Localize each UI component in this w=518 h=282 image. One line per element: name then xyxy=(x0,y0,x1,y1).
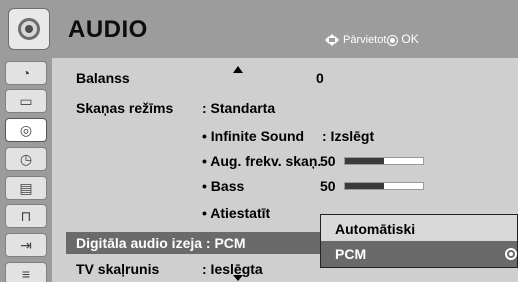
treble-level-bar[interactable] xyxy=(344,157,424,165)
infinite-sound-label[interactable]: • Infinite Sound xyxy=(202,128,304,144)
usb-icon[interactable]: ≡ xyxy=(5,262,47,282)
sound-mode-value: : Standarta xyxy=(202,100,276,116)
infinite-sound-value: : Izslēgt xyxy=(322,128,375,144)
radio-selected-icon[interactable] xyxy=(505,248,517,260)
navigation-hint: Pārvietot OK xyxy=(324,33,419,47)
speaker-center xyxy=(25,25,33,33)
satellite-dish-icon[interactable]: ◔ xyxy=(5,61,47,85)
digital-audio-out-popup: Automātiski PCM xyxy=(320,214,518,268)
treble-level-fill xyxy=(345,158,384,164)
picture-icon[interactable]: ▭ xyxy=(5,89,47,113)
audio-speaker-icon xyxy=(8,8,50,50)
input-connector-icon[interactable]: ⇥ xyxy=(5,233,47,257)
ok-button-icon xyxy=(387,34,399,46)
clock-icon[interactable]: ◷ xyxy=(5,147,47,171)
bass-level-bar[interactable] xyxy=(344,182,424,190)
audio-menu-screen: AUDIO Pārvietot OK ◔ ▭ ◎ ◷ ▤ ⊓ ⇥ ≡ Balans… xyxy=(0,0,518,282)
navigation-hint-text: Pārvietot xyxy=(343,34,387,46)
bass-label[interactable]: • Bass xyxy=(202,178,244,194)
navigation-arrows-icon xyxy=(324,33,340,47)
popup-option-pcm[interactable]: PCM xyxy=(335,246,366,262)
balance-value: 0 xyxy=(316,70,324,86)
bass-level-fill xyxy=(345,183,384,189)
balance-label[interactable]: Balanss xyxy=(76,70,130,86)
ok-hint-text: OK xyxy=(401,32,419,46)
reset-label[interactable]: • Atiestatīt xyxy=(202,205,270,221)
scroll-down-arrow-icon[interactable] xyxy=(233,275,243,281)
sound-mode-label[interactable]: Skaņas režīms xyxy=(76,100,173,116)
tv-speaker-label[interactable]: TV skaļrunis xyxy=(76,261,159,277)
options-icon[interactable]: ▤ xyxy=(5,176,47,200)
menu-header: AUDIO Pārvietot OK xyxy=(0,0,518,58)
lock-icon[interactable]: ⊓ xyxy=(5,204,47,228)
scroll-up-arrow-icon[interactable] xyxy=(233,66,243,73)
category-sidebar: ◔ ▭ ◎ ◷ ▤ ⊓ ⇥ ≡ xyxy=(0,58,52,282)
audio-speaker-icon[interactable]: ◎ xyxy=(5,118,47,142)
treble-value: 50 xyxy=(320,153,336,169)
digital-audio-out-label[interactable]: Digitāla audio izeja : PCM xyxy=(76,235,246,251)
page-title: AUDIO xyxy=(68,16,148,43)
bass-value: 50 xyxy=(320,178,336,194)
treble-label[interactable]: • Aug. frekv. skaņ. xyxy=(202,153,321,169)
popup-option-automatic[interactable]: Automātiski xyxy=(335,221,415,237)
